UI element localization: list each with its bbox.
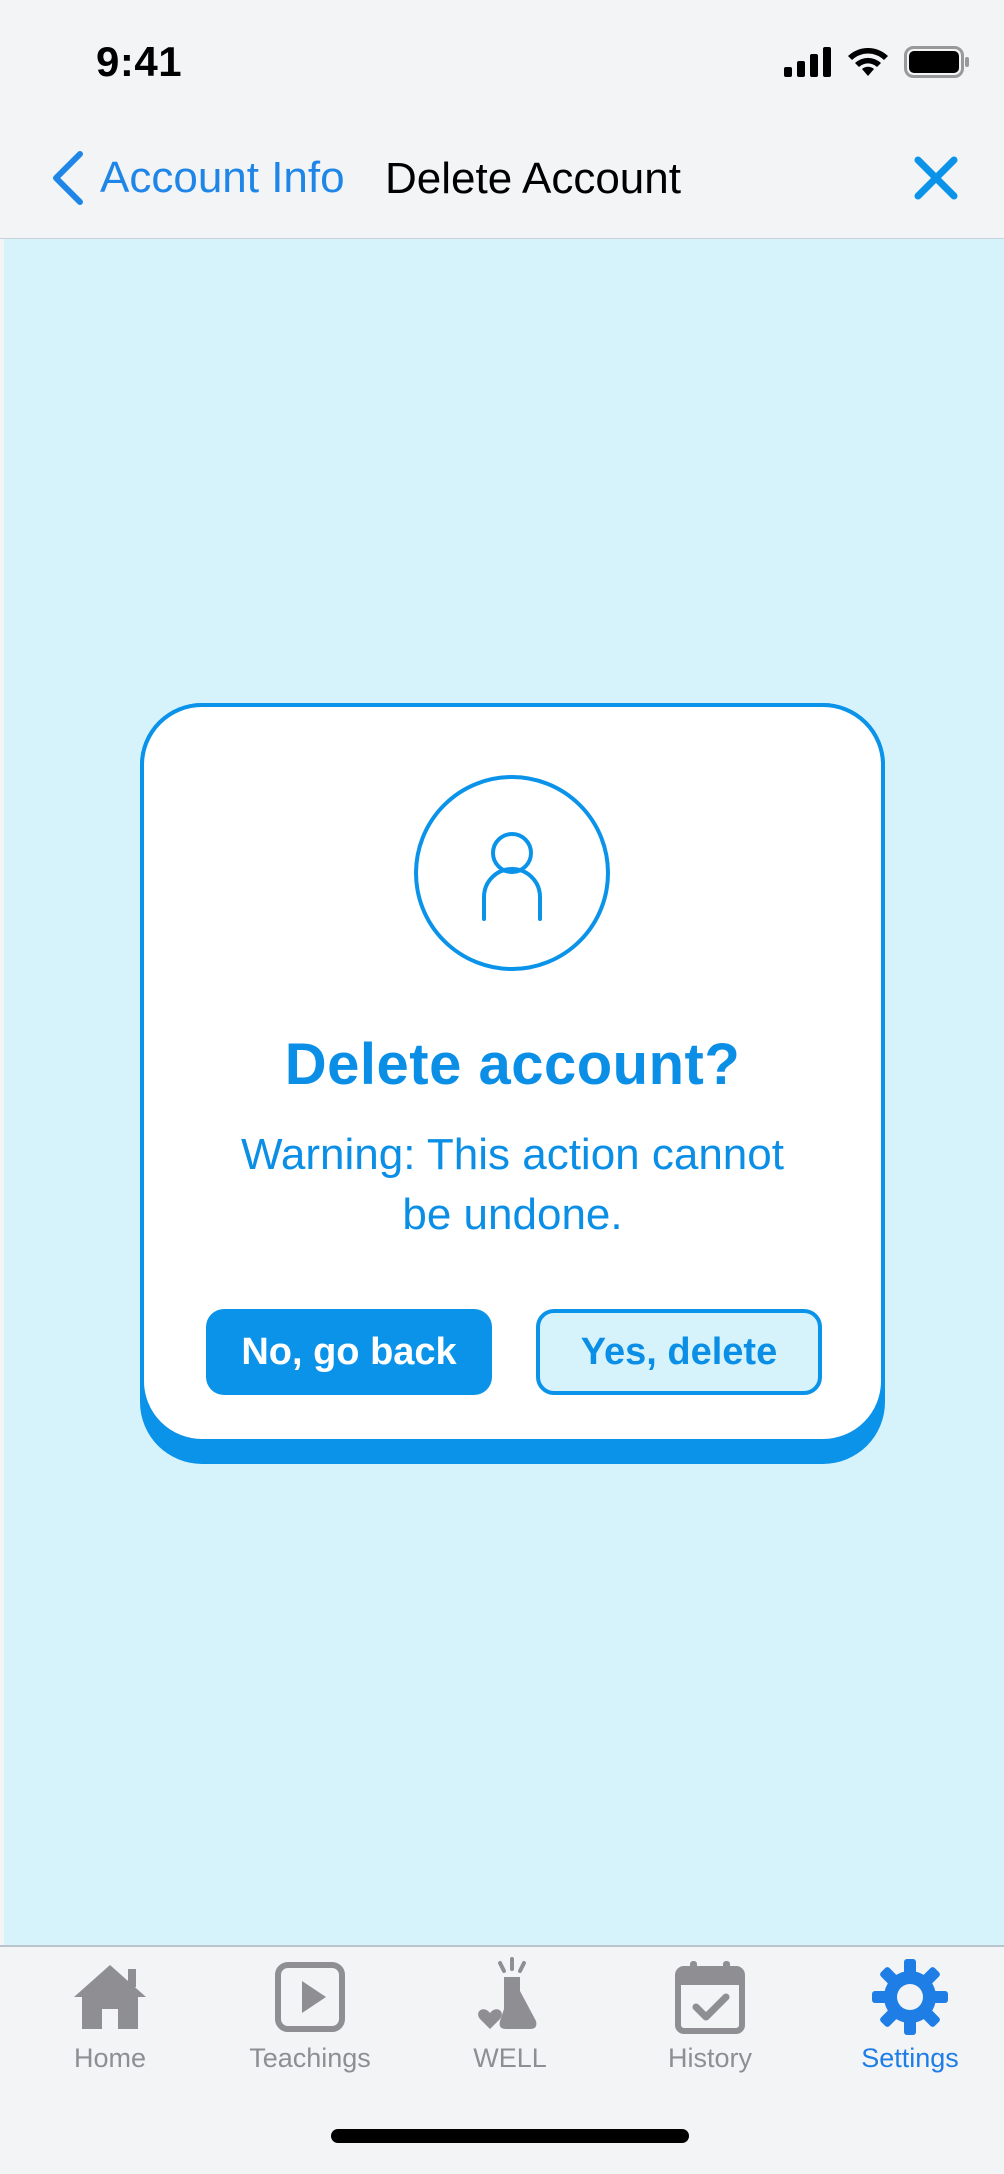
calendar-check-icon xyxy=(675,1961,745,2034)
status-icons xyxy=(784,46,970,78)
close-button[interactable] xyxy=(910,152,962,204)
tab-well[interactable]: WELL xyxy=(410,1957,610,2087)
home-icon xyxy=(74,1965,146,2029)
wifi-icon xyxy=(848,48,888,76)
tab-home-label: Home xyxy=(73,2043,147,2073)
cancel-button[interactable]: No, go back xyxy=(206,1309,492,1395)
cellular-signal-icon xyxy=(784,47,831,77)
tab-history-label: History xyxy=(667,2043,752,2073)
tab-history[interactable]: History xyxy=(610,1957,810,2087)
dialog-warning-text: Warning: This action cannot be undone. xyxy=(241,1130,784,1239)
status-time: 9:41 xyxy=(96,38,183,85)
tab-settings-label: Settings xyxy=(861,2043,959,2073)
close-icon xyxy=(914,156,958,200)
dialog-title: Delete account? xyxy=(284,1032,741,1097)
status-bar: 9:41 xyxy=(0,0,1004,120)
home-indicator xyxy=(331,2129,689,2143)
user-icon xyxy=(482,832,542,921)
flask-heart-icon xyxy=(478,1957,537,2029)
play-icon xyxy=(275,1962,345,2032)
tab-settings[interactable]: Settings xyxy=(810,1957,1004,2087)
gear-icon xyxy=(872,1959,948,2035)
back-button[interactable]: Account Info xyxy=(50,150,345,206)
page-title: Delete Account xyxy=(385,154,681,203)
tab-well-label: WELL xyxy=(473,2043,547,2073)
confirm-delete-button[interactable]: Yes, delete xyxy=(536,1309,822,1395)
navigation-bar: Account Info Delete Account xyxy=(0,120,1004,239)
tab-teachings-label: Teachings xyxy=(249,2043,371,2073)
chevron-left-icon xyxy=(53,151,83,205)
content-area: Delete account? Warning: This action can… xyxy=(4,239,1004,1945)
avatar xyxy=(414,775,610,971)
delete-account-dialog: Delete account? Warning: This action can… xyxy=(140,703,885,1443)
tab-home[interactable]: Home xyxy=(10,1957,210,2087)
app-screen: 9:41 Account Info Delete Account Delete … xyxy=(0,0,1004,2174)
battery-icon xyxy=(904,46,969,78)
tab-teachings[interactable]: Teachings xyxy=(210,1957,410,2087)
back-button-label: Account Info xyxy=(100,153,345,202)
